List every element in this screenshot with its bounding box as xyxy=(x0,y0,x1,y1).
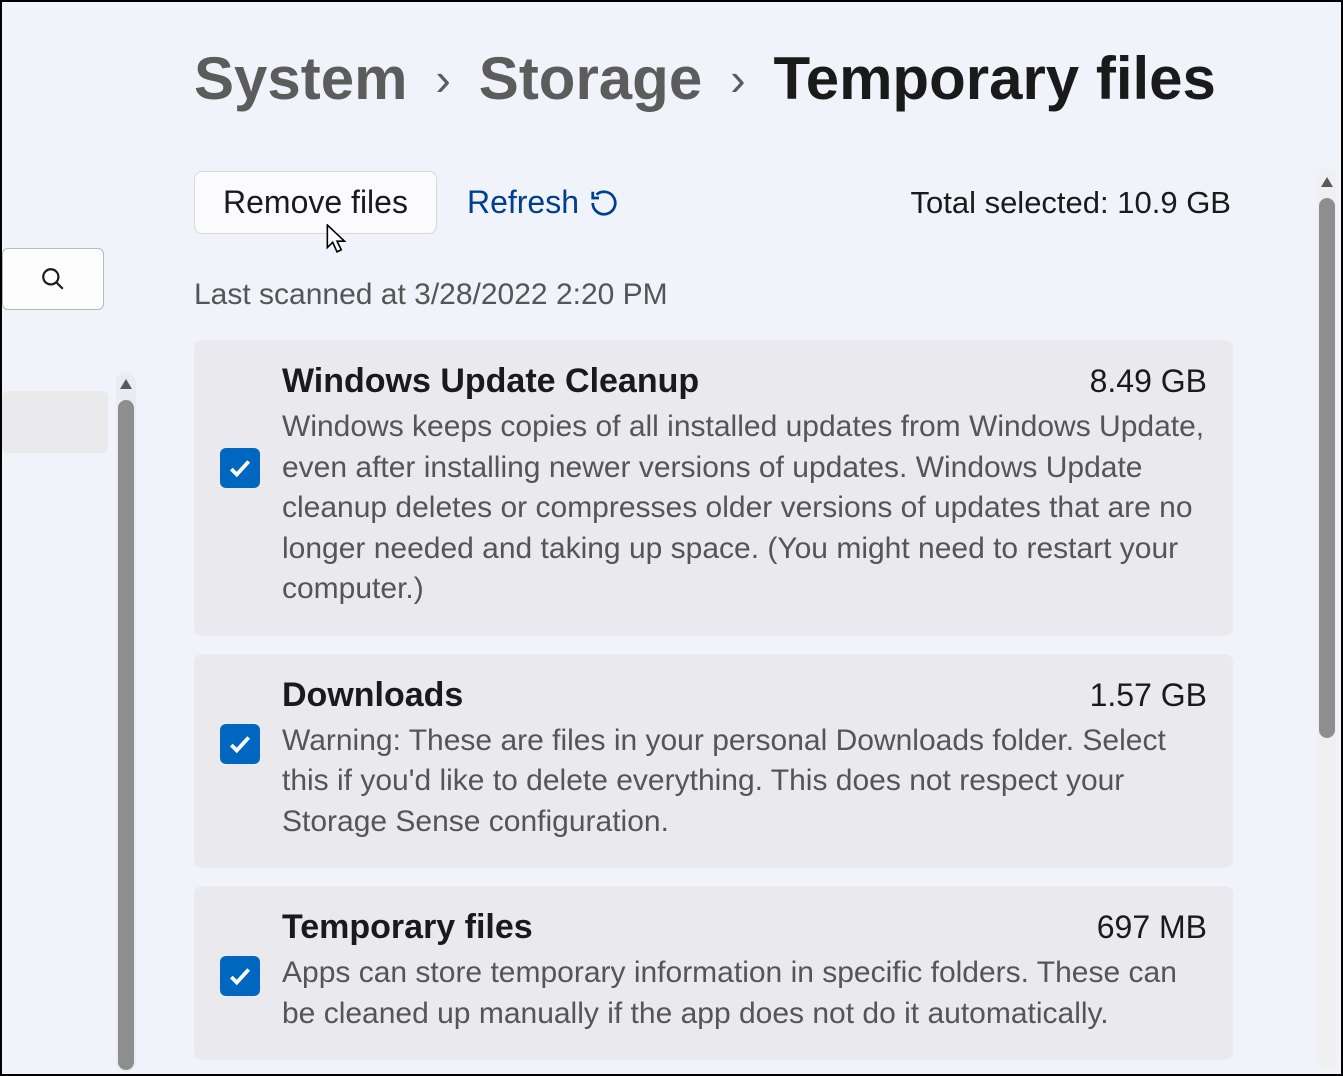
breadcrumb: System › Storage › Temporary files xyxy=(194,44,1341,113)
items-list: Windows Update Cleanup 8.49 GB Windows k… xyxy=(194,340,1341,1060)
total-selected-label: Total selected: 10.9 GB xyxy=(910,185,1231,221)
sidebar-item-selected[interactable] xyxy=(2,391,108,453)
item-size: 697 MB xyxy=(1097,909,1207,946)
item-body: Temporary files 697 MB Apps can store te… xyxy=(282,908,1207,1034)
item-size: 8.49 GB xyxy=(1090,363,1207,400)
last-scanned-label: Last scanned at 3/28/2022 2:20 PM xyxy=(194,278,1341,312)
checkbox[interactable] xyxy=(220,448,260,488)
list-item[interactable]: Temporary files 697 MB Apps can store te… xyxy=(194,886,1233,1060)
sidebar-scrollbar-thumb[interactable] xyxy=(118,400,134,1070)
content-scrollbar-thumb[interactable] xyxy=(1319,198,1335,738)
breadcrumb-storage[interactable]: Storage xyxy=(479,44,702,113)
item-title: Downloads xyxy=(282,676,463,715)
item-title: Temporary files xyxy=(282,908,533,947)
remove-files-button[interactable]: Remove files xyxy=(194,171,437,234)
item-body: Windows Update Cleanup 8.49 GB Windows k… xyxy=(282,362,1207,610)
chevron-up-icon xyxy=(120,379,132,389)
search-input[interactable] xyxy=(2,248,104,310)
checkbox[interactable] xyxy=(220,724,260,764)
item-description: Apps can store temporary information in … xyxy=(282,953,1207,1034)
search-icon xyxy=(40,266,66,292)
list-item[interactable]: Downloads 1.57 GB Warning: These are fil… xyxy=(194,654,1233,869)
breadcrumb-current: Temporary files xyxy=(774,44,1216,113)
breadcrumb-separator: › xyxy=(730,52,745,106)
check-icon xyxy=(227,731,253,757)
sidebar-scroll-up-arrow[interactable] xyxy=(116,376,136,392)
item-title: Windows Update Cleanup xyxy=(282,362,699,401)
chevron-up-icon xyxy=(1321,177,1333,187)
refresh-label: Refresh xyxy=(467,184,579,221)
main-content: System › Storage › Temporary files Remov… xyxy=(194,2,1341,1074)
check-icon xyxy=(227,963,253,989)
breadcrumb-separator: › xyxy=(435,52,450,106)
check-icon xyxy=(227,455,253,481)
item-size: 1.57 GB xyxy=(1090,677,1207,714)
content-scroll-up-arrow[interactable] xyxy=(1317,174,1337,190)
checkbox[interactable] xyxy=(220,956,260,996)
refresh-icon xyxy=(589,188,619,218)
list-item[interactable]: Windows Update Cleanup 8.49 GB Windows k… xyxy=(194,340,1233,636)
breadcrumb-system[interactable]: System xyxy=(194,44,407,113)
item-description: Windows keeps copies of all installed up… xyxy=(282,407,1207,610)
refresh-button[interactable]: Refresh xyxy=(467,184,619,221)
item-body: Downloads 1.57 GB Warning: These are fil… xyxy=(282,676,1207,843)
sidebar xyxy=(2,2,147,1074)
item-description: Warning: These are files in your persona… xyxy=(282,721,1207,843)
toolbar: Remove files Refresh Total selected: 10.… xyxy=(194,171,1341,234)
